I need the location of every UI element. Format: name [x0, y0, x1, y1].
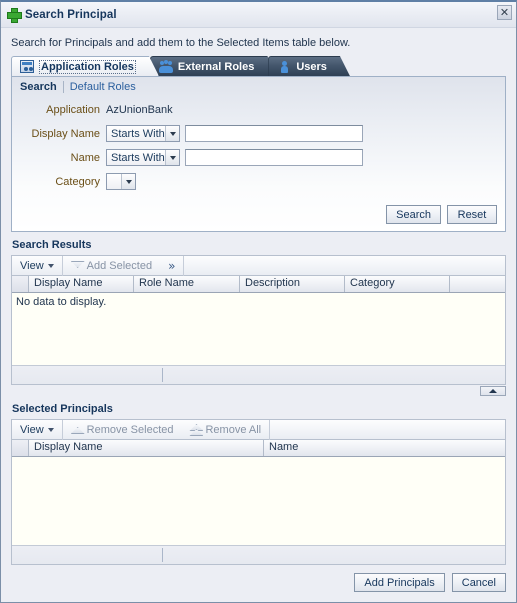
- name-operator-value: Starts With: [111, 151, 165, 164]
- selected-principals-body: [12, 457, 505, 545]
- application-roles-icon: [20, 60, 34, 73]
- view-menu-results-label: View: [20, 259, 44, 272]
- column-header-category[interactable]: Category: [345, 276, 450, 292]
- display-name-label: Display Name: [31, 127, 100, 140]
- search-form: Application AzUnionBank Display Name Sta…: [12, 97, 505, 201]
- search-results-table: Display Name Role Name Description Categ…: [11, 275, 506, 385]
- category-select[interactable]: [106, 173, 136, 190]
- category-label: Category: [55, 175, 100, 188]
- triangle-up-icon: [489, 389, 497, 393]
- search-results-toolbar: View Add Selected »: [11, 255, 506, 276]
- add-principals-button[interactable]: Add Principals: [354, 573, 445, 592]
- cancel-button[interactable]: Cancel: [451, 573, 506, 592]
- search-panel: Search Default Roles Application AzUnion…: [11, 76, 506, 232]
- reset-button[interactable]: Reset: [447, 205, 497, 224]
- select-all-column-header[interactable]: [12, 440, 29, 456]
- search-results-hscrollbar[interactable]: [12, 365, 505, 384]
- column-header-display-name[interactable]: Display Name: [29, 276, 134, 292]
- principal-type-tabs: Application Roles External Roles Users: [11, 56, 506, 76]
- selected-principals-table: Display Name Name: [11, 439, 506, 565]
- plus-icon: [7, 8, 22, 23]
- selected-principals-section: Selected Principals View Remove Selected…: [11, 396, 506, 565]
- display-name-operator-select[interactable]: Starts With: [106, 125, 180, 142]
- instructions-text: Search for Principals and add them to th…: [11, 37, 351, 49]
- display-name-input[interactable]: [185, 125, 363, 142]
- selected-principals-header-row: Display Name Name: [12, 440, 505, 457]
- remove-selected-label: Remove Selected: [86, 423, 174, 436]
- dialog-title: Search Principal: [25, 8, 117, 21]
- column-header-filler: [450, 276, 505, 292]
- toolbar-filler: [184, 256, 505, 275]
- toolbar-filler: [270, 420, 505, 439]
- view-menu-results[interactable]: View: [12, 256, 62, 275]
- remove-all-label: Remove All: [205, 423, 262, 436]
- application-value: AzUnionBank: [106, 103, 173, 116]
- add-selected-button[interactable]: Add Selected: [63, 256, 160, 275]
- subtab-search[interactable]: Search: [20, 81, 63, 93]
- tab-external-roles[interactable]: External Roles: [150, 56, 277, 76]
- subtab-default-roles[interactable]: Default Roles: [64, 81, 142, 93]
- dialog-titlebar: Search Principal ✕: [1, 2, 516, 28]
- display-name-operator-value: Starts With: [111, 127, 165, 140]
- display-name-row: Display Name Starts With: [20, 123, 497, 144]
- splitter-row: [11, 385, 506, 396]
- dialog-footer: Add Principals Cancel: [1, 565, 516, 602]
- chevron-down-icon: [165, 126, 179, 141]
- chevron-down-icon: [121, 174, 135, 189]
- collapse-toggle-button[interactable]: [480, 386, 506, 396]
- category-row: Category: [20, 171, 497, 192]
- name-operator-select[interactable]: Starts With: [106, 149, 180, 166]
- double-chevron-up-icon: [189, 424, 201, 435]
- column-header-display-name[interactable]: Display Name: [29, 440, 264, 456]
- search-results-body: No data to display.: [12, 293, 505, 365]
- search-results-empty-message: No data to display.: [16, 296, 107, 308]
- chevron-down-icon: [165, 150, 179, 165]
- name-input[interactable]: [185, 149, 363, 166]
- column-header-description[interactable]: Description: [240, 276, 345, 292]
- search-subtabs: Search Default Roles: [12, 77, 505, 97]
- search-panel-buttons: Search Reset: [12, 201, 505, 231]
- search-results-title: Search Results: [12, 239, 92, 251]
- tab-application-roles[interactable]: Application Roles: [11, 56, 159, 76]
- search-results-header-row: Display Name Role Name Description Categ…: [12, 276, 505, 293]
- column-header-name[interactable]: Name: [264, 440, 505, 456]
- users-icon: [277, 60, 291, 73]
- select-all-column-header[interactable]: [12, 276, 29, 292]
- search-results-section: Search Results View Add Selected » Displ…: [11, 232, 506, 385]
- search-principal-dialog: Search Principal ✕ Search for Principals…: [0, 0, 517, 603]
- selected-principals-toolbar: View Remove Selected Remove All: [11, 419, 506, 440]
- view-menu-selected-label: View: [20, 423, 44, 436]
- tab-external-roles-label: External Roles: [177, 60, 255, 73]
- external-roles-icon: [159, 60, 173, 73]
- tab-users[interactable]: Users: [268, 56, 350, 76]
- chevron-down-icon: [71, 260, 83, 271]
- chevron-down-icon: [47, 263, 54, 268]
- chevron-down-icon: [47, 427, 54, 432]
- remove-all-button[interactable]: Remove All: [181, 420, 269, 439]
- name-row: Name Starts With: [20, 147, 497, 168]
- close-icon[interactable]: ✕: [497, 5, 512, 20]
- add-all-button[interactable]: »: [160, 259, 183, 273]
- tab-application-roles-label: Application Roles: [41, 60, 134, 73]
- add-selected-label: Add Selected: [86, 259, 153, 272]
- view-menu-selected[interactable]: View: [12, 420, 62, 439]
- application-row: Application AzUnionBank: [20, 99, 497, 120]
- name-label: Name: [70, 151, 100, 164]
- search-button[interactable]: Search: [386, 205, 441, 224]
- tab-users-label: Users: [296, 60, 327, 73]
- column-header-role-name[interactable]: Role Name: [134, 276, 240, 292]
- selected-principals-title: Selected Principals: [12, 403, 113, 415]
- selected-principals-hscrollbar[interactable]: [12, 545, 505, 564]
- remove-selected-button[interactable]: Remove Selected: [63, 420, 182, 439]
- chevron-up-icon: [71, 424, 83, 435]
- application-label: Application: [46, 103, 100, 116]
